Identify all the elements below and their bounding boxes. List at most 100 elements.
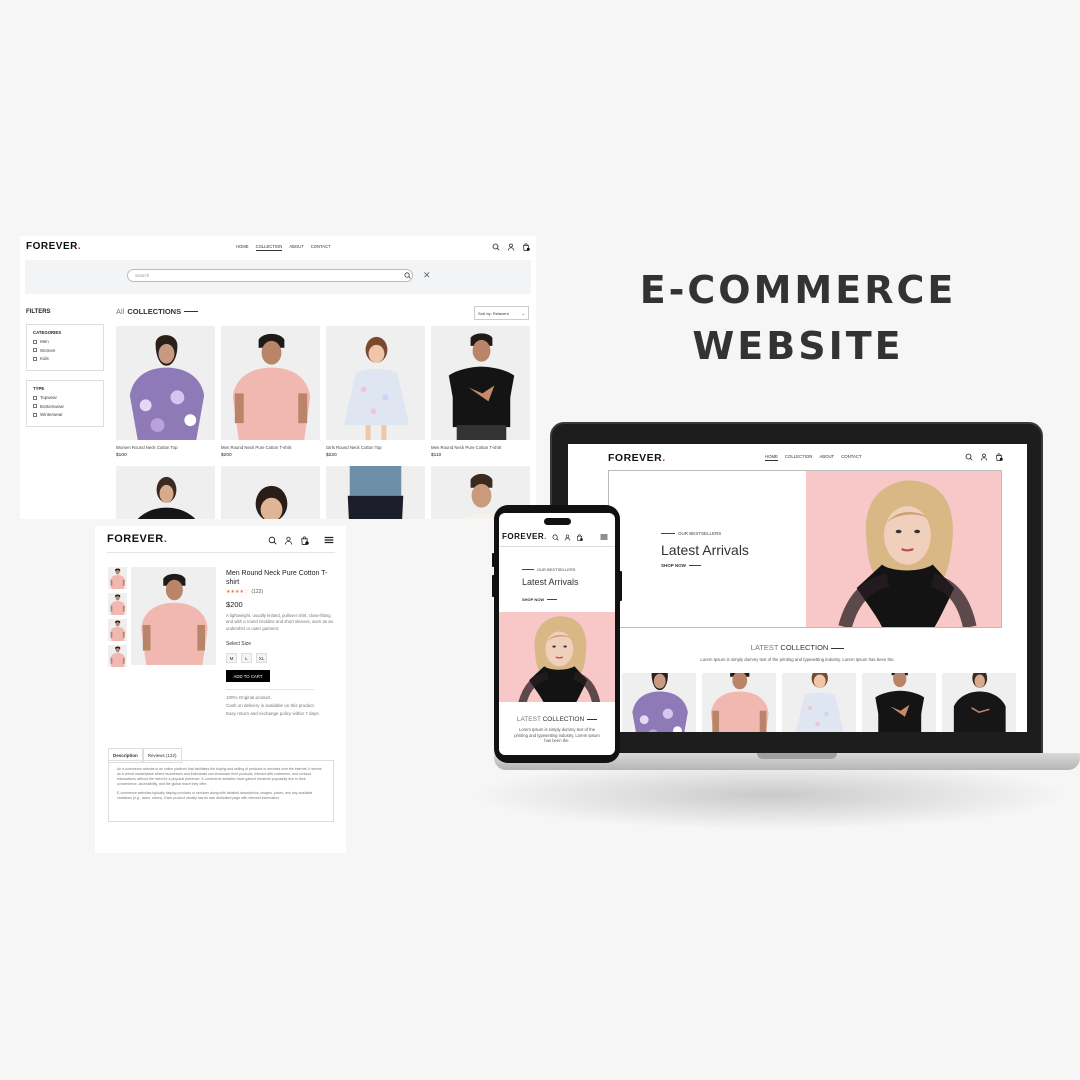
filter-option-winterwear[interactable]: Winterwear: [33, 412, 97, 417]
shop-now-link[interactable]: SHOP NOW: [522, 597, 558, 602]
size-options: M L XL: [226, 653, 267, 663]
product-card[interactable]: [221, 466, 320, 519]
product-image[interactable]: [221, 326, 320, 440]
nav-contact[interactable]: CONTACT: [841, 454, 861, 461]
product-name[interactable]: Girls Round Neck Cotton Top: [326, 445, 425, 450]
nav-home[interactable]: HOME: [236, 244, 249, 251]
size-button-m[interactable]: M: [226, 653, 237, 663]
nav-about[interactable]: ABOUT: [819, 454, 834, 461]
checkbox[interactable]: [33, 404, 37, 408]
product-image[interactable]: [942, 673, 1016, 732]
collection-page-screenshot: FOREVER. HOME COLLECTION ABOUT CONTACT S…: [20, 236, 536, 519]
cart-icon[interactable]: [995, 453, 1003, 461]
checkbox[interactable]: [33, 356, 37, 361]
search-icon[interactable]: [965, 453, 973, 461]
search-icon[interactable]: [268, 536, 277, 545]
product-image[interactable]: [326, 326, 425, 440]
description-paragraph: E-commerce websites typically display pr…: [117, 791, 313, 800]
filter-option-bottomwear[interactable]: Bottomwear: [33, 404, 97, 409]
sort-dropdown[interactable]: Sort by: Relavent ⌄: [474, 306, 529, 320]
nav-collection[interactable]: COLLECTION: [255, 244, 283, 251]
product-card[interactable]: [326, 466, 425, 519]
checkbox[interactable]: [33, 339, 37, 344]
description-paragraph: An e-commerce website is an online platf…: [117, 767, 322, 786]
menu-icon[interactable]: [324, 535, 334, 545]
cart-icon[interactable]: [522, 243, 530, 251]
hero-image: [806, 471, 1001, 627]
product-image[interactable]: [862, 673, 936, 732]
user-icon[interactable]: [507, 243, 515, 251]
thumbnail[interactable]: [108, 567, 127, 589]
product-card[interactable]: Girls Round Neck Cotton Top $220: [326, 326, 425, 458]
user-icon[interactable]: [564, 534, 571, 541]
product-title: Men Round Neck Pure Cotton T-shirt: [226, 570, 328, 586]
search-icon[interactable]: [552, 534, 559, 541]
product-price: $100: [116, 453, 127, 458]
brand-logo[interactable]: FOREVER.: [608, 452, 666, 464]
policy-item: Cash on delivery is available on this pr…: [226, 702, 316, 708]
divider: [499, 546, 615, 547]
product-card[interactable]: Men Round Neck Pure Cotton T-shirt $110: [431, 326, 530, 458]
checkbox[interactable]: [33, 348, 37, 352]
nav-home[interactable]: HOME: [765, 454, 778, 461]
shop-now-link[interactable]: SHOP NOW: [661, 563, 701, 568]
product-name[interactable]: Women Round Neck Cotton Top: [116, 445, 215, 450]
brand-logo[interactable]: FOREVER.: [107, 533, 167, 545]
nav-about[interactable]: ABOUT: [289, 244, 303, 251]
size-button-xl[interactable]: XL: [256, 653, 267, 663]
thumbnail[interactable]: [108, 645, 127, 667]
product-card[interactable]: Women Round Neck Cotton Top $100: [116, 326, 215, 458]
hero-banner: OUR BESTSELLERS Latest Arrivals SHOP NOW: [608, 470, 1002, 628]
nav-collection[interactable]: COLLECTION: [785, 454, 812, 461]
search-icon[interactable]: [404, 272, 411, 279]
latest-collection-title: LATEST COLLECTION: [499, 716, 615, 723]
product-image[interactable]: [221, 466, 320, 519]
latest-collection-title: LATEST COLLECTION: [568, 643, 1027, 652]
add-to-cart-button[interactable]: ADD TO CART: [226, 670, 270, 682]
thumbnail[interactable]: [108, 593, 127, 615]
phone-mockup: FOREVER. OUR BESTSELLERS Latest Arrivals…: [492, 505, 622, 763]
product-image[interactable]: [622, 673, 696, 732]
product-card[interactable]: Men Round Neck Pure Cotton T-shirt $200: [221, 326, 320, 458]
filter-option-men[interactable]: Men: [33, 339, 97, 344]
product-page-screenshot: FOREVER. Men Round Neck Pure Cotton T-sh…: [95, 526, 346, 853]
product-image[interactable]: [116, 466, 215, 519]
search-icon[interactable]: [492, 243, 500, 251]
menu-icon[interactable]: [600, 533, 608, 541]
filter-option-kids[interactable]: Kids: [33, 356, 97, 361]
close-icon[interactable]: ✕: [423, 270, 431, 281]
cart-icon[interactable]: [300, 536, 309, 545]
main-product-image: [131, 567, 216, 665]
thumbnail[interactable]: [108, 619, 127, 641]
filter-option-topwear[interactable]: Topwear: [33, 395, 97, 400]
product-price: $200: [226, 600, 243, 609]
phone-button: [619, 571, 622, 601]
product-image[interactable]: [782, 673, 856, 732]
nav-contact[interactable]: CONTACT: [311, 244, 331, 251]
laptop-shadow: [470, 760, 1070, 830]
product-image[interactable]: [326, 466, 425, 519]
hero-eyebrow: OUR BESTSELLERS: [522, 567, 575, 572]
filter-option-women[interactable]: Women: [33, 348, 97, 353]
product-card[interactable]: [116, 466, 215, 519]
brand-logo[interactable]: FOREVER.: [502, 532, 547, 541]
checkbox[interactable]: [33, 395, 37, 400]
policy-list: 100% Original product. Cash on delivery …: [226, 694, 320, 717]
checkbox[interactable]: [33, 412, 37, 417]
search-input[interactable]: Search: [127, 269, 413, 282]
user-icon[interactable]: [284, 536, 293, 545]
product-image[interactable]: [702, 673, 776, 732]
product-image[interactable]: [431, 326, 530, 440]
cart-icon[interactable]: [576, 534, 583, 541]
product-price: $110: [431, 453, 442, 458]
product-name[interactable]: Men Round Neck Pure Cotton T-shirt: [431, 445, 530, 450]
brand-logo[interactable]: FOREVER.: [26, 241, 81, 252]
promo-heading-line1: E-COMMERCE: [639, 268, 957, 312]
size-button-l[interactable]: L: [241, 653, 252, 663]
search-bar: Search ✕: [25, 260, 531, 294]
divider: [226, 689, 314, 690]
product-name[interactable]: Men Round Neck Pure Cotton T-shirt: [221, 445, 320, 450]
user-icon[interactable]: [980, 453, 988, 461]
product-image[interactable]: [116, 326, 215, 440]
filters-title[interactable]: FILTERS: [26, 309, 51, 315]
